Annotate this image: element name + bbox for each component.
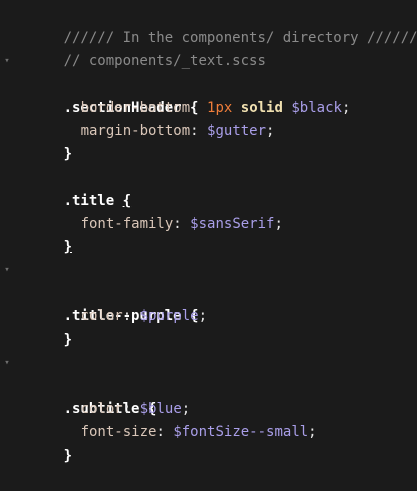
code-line-6: } <box>13 120 417 162</box>
code-line-4: border-bottom: 1px solid $black; <box>13 74 417 116</box>
code-line-16: ▾ .subtitle { <box>4 352 417 417</box>
code-line-1: ////// In the components/ directory ////… <box>13 4 417 46</box>
code-line-17: color: $blue; <box>13 375 417 417</box>
code-line-10: } <box>13 213 417 255</box>
code-line-5: margin-bottom: $gutter; <box>13 97 417 139</box>
code-line-2: // components/_text.scss <box>13 27 417 69</box>
fold-arrow-icon[interactable]: ▾ <box>2 259 12 282</box>
code-line-3: ▾ .sectionHeader { <box>4 50 417 115</box>
fold-arrow-icon[interactable]: ▾ <box>2 352 12 375</box>
code-line-13: color: $purple; <box>13 282 417 324</box>
code-line-12: ▾ .title--purple { <box>4 259 417 324</box>
fold-arrow-icon[interactable]: ▾ <box>2 50 12 73</box>
code-line-9: font-family: $sansSerif; <box>13 190 417 232</box>
close-brace: } <box>63 447 73 464</box>
code-area[interactable]: ////// In the components/ directory ////… <box>4 4 417 464</box>
code-editor[interactable]: ////// In the components/ directory ////… <box>0 0 417 464</box>
code-line-14: } <box>13 305 417 348</box>
code-line-19: } <box>13 421 417 464</box>
code-line-8: .title { <box>13 166 417 209</box>
code-line-18: font-size: $fontSize--small; <box>13 398 417 440</box>
